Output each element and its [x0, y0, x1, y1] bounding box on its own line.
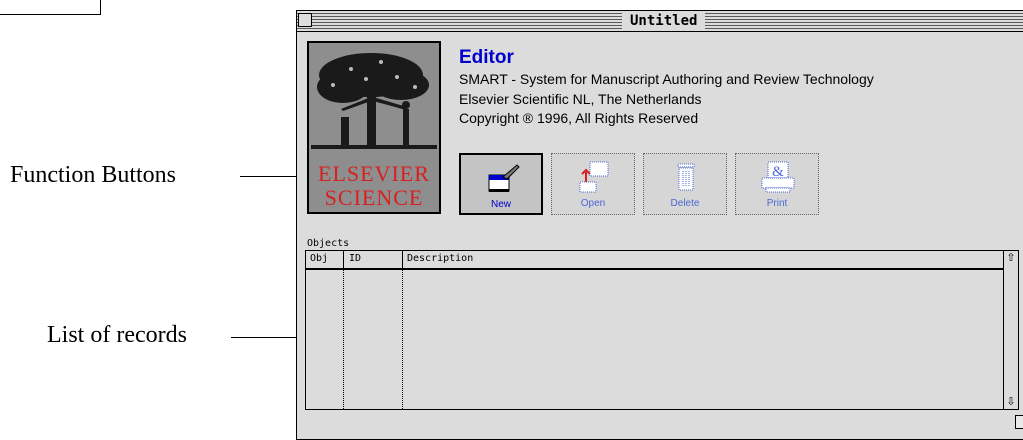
column-divider	[343, 270, 344, 409]
scroll-down-arrow-icon[interactable]: ⇩	[1004, 395, 1018, 409]
title-bar[interactable]: Untitled	[297, 11, 1023, 32]
info-line-copyright: Copyright ® 1996, All Rights Reserved	[459, 110, 699, 126]
column-divider	[402, 251, 403, 268]
logo-text-elsevier: ELSEVIER	[318, 161, 430, 186]
annotation-function-buttons: Function Buttons	[10, 162, 177, 188]
print-button-label: Print	[766, 198, 788, 209]
delete-button-label: Delete	[670, 198, 700, 209]
trash-icon	[677, 163, 695, 191]
objects-label: Objects	[307, 238, 350, 249]
annotation-list-of-records: List of records	[47, 322, 187, 348]
print-button[interactable]: & Print	[735, 153, 819, 215]
resize-grip-icon[interactable]	[1015, 415, 1023, 429]
new-button-label: New	[490, 199, 511, 210]
logo-text-science: SCIENCE	[324, 185, 424, 210]
corner-frame	[0, 0, 101, 15]
open-button[interactable]: Open	[551, 153, 635, 215]
tree-icon	[311, 47, 437, 157]
column-divider	[343, 251, 344, 268]
objects-list[interactable]: Obj ID Description	[305, 250, 1005, 410]
vertical-scrollbar[interactable]: ⇧ ⇩	[1003, 250, 1019, 410]
column-divider	[402, 270, 403, 409]
app-title: Editor	[459, 47, 514, 68]
editor-window: Untitled ELSEVIER SCIENCE Editor SMART -…	[296, 10, 1023, 440]
elsevier-logo: ELSEVIER SCIENCE	[307, 41, 441, 214]
new-button[interactable]: New	[459, 153, 543, 215]
column-header-obj[interactable]: Obj	[310, 253, 328, 264]
list-header: Obj ID Description	[306, 251, 1004, 270]
close-box[interactable]	[298, 13, 312, 27]
info-line-system: SMART - System for Manuscript Authoring …	[459, 71, 874, 87]
delete-button[interactable]: Delete	[643, 153, 727, 215]
window-title: Untitled	[622, 11, 706, 31]
scroll-up-arrow-icon[interactable]: ⇧	[1004, 251, 1018, 265]
open-document-icon	[579, 161, 609, 193]
printer-icon: &	[761, 161, 795, 193]
column-header-description[interactable]: Description	[407, 253, 473, 264]
new-document-icon	[488, 164, 520, 192]
info-line-company: Elsevier Scientific NL, The Netherlands	[459, 91, 702, 107]
column-header-id[interactable]: ID	[349, 253, 361, 264]
open-button-label: Open	[580, 198, 606, 209]
